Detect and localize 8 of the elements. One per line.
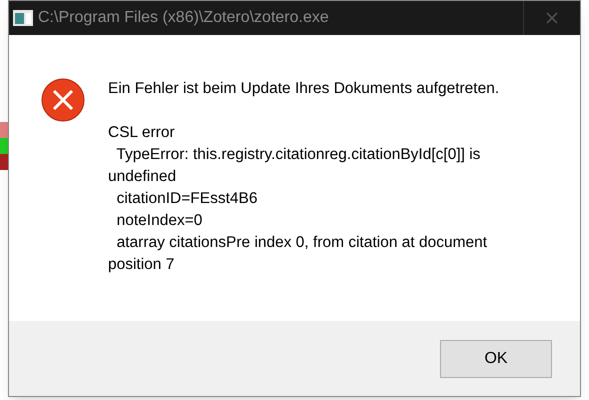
background-window-drawing <box>0 122 8 170</box>
window-title: C:\Program Files (x86)\Zotero\zotero.exe <box>38 8 330 28</box>
error-icon <box>41 78 85 122</box>
app-window-icon <box>13 10 33 26</box>
close-icon <box>546 12 558 24</box>
error-details: CSL error TypeError: this.registry.citationreg.citationById[c[0]] is undefined citationID=FEsst4B6 noteIndex=0 atarray citationsPre index 0, from citation at document position 7 <box>108 123 488 275</box>
ok-button[interactable]: OK <box>440 340 552 378</box>
error-message: Ein Fehler ist beim Update Ihres Dokuments aufgetreten. <box>108 79 500 99</box>
